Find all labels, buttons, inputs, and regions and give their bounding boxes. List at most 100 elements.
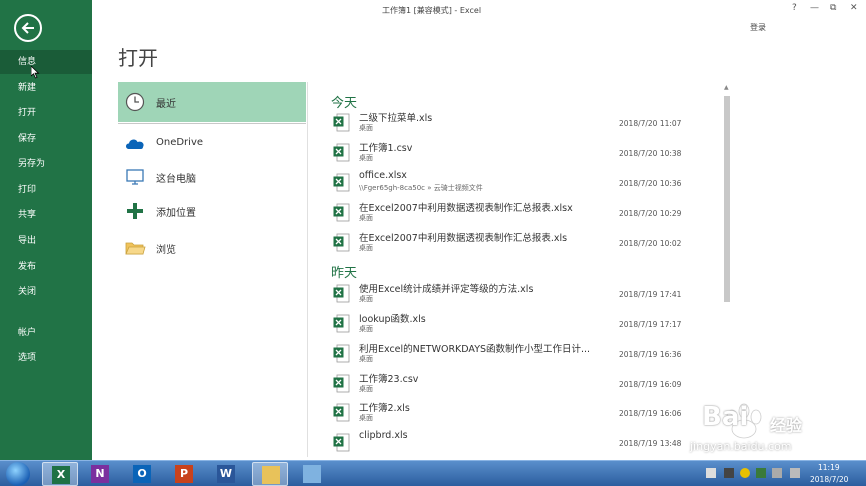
recent-file-item[interactable]: 在Excel2007中利用数据透视表制作汇总报表.xls 桌面 2018/7/2… [331, 230, 717, 258]
cloud-icon [126, 139, 144, 149]
location-label: 这台电脑 [156, 174, 196, 185]
window-title: 工作簿1 [兼容模式] - Excel [382, 6, 482, 15]
file-path: 桌面 [359, 154, 373, 162]
file-date: 2018/7/20 10:36 [619, 179, 682, 188]
nav-item-close[interactable]: 关闭 [0, 280, 92, 304]
location-label: 最近 [156, 99, 176, 110]
start-button[interactable] [6, 462, 30, 486]
watermark-brand-cn: 经验 [770, 416, 803, 435]
file-date: 2018/7/19 17:17 [619, 320, 682, 329]
signin-link[interactable]: 登录 [750, 22, 766, 33]
nav-item-print[interactable]: 打印 [0, 178, 92, 202]
taskbar-app-outlook[interactable]: O [124, 462, 160, 486]
plus-icon [127, 203, 143, 219]
arrow-left-icon [21, 22, 34, 34]
word-icon: W [217, 465, 235, 483]
clock-date[interactable]: 2018/7/20 [810, 475, 848, 484]
tray-app-icon[interactable] [756, 468, 766, 478]
close-button[interactable]: ✕ [850, 3, 858, 13]
file-name: clipbrd.xls [359, 430, 408, 441]
file-name: 使用Excel统计成绩并评定等级的方法.xls [359, 284, 534, 295]
file-date: 2018/7/19 16:09 [619, 380, 682, 389]
excel-icon: X [52, 466, 70, 484]
file-name: office.xlsx [359, 170, 407, 181]
folder-icon [262, 466, 280, 484]
file-date: 2018/7/20 11:07 [619, 119, 682, 128]
tray-flag-icon[interactable] [790, 468, 800, 478]
file-path: 桌面 [359, 355, 373, 363]
excel-file-icon [333, 173, 350, 192]
tray-volume-icon[interactable] [772, 468, 782, 478]
taskbar-app-excel[interactable]: X [42, 462, 78, 486]
tray-app-icon[interactable] [724, 468, 734, 478]
nav-item-publish[interactable]: 发布 [0, 255, 92, 279]
location-label: 添加位置 [156, 208, 196, 219]
scrollbar-thumb[interactable] [724, 96, 730, 302]
recent-file-item[interactable]: 在Excel2007中利用数据透视表制作汇总报表.xlsx 桌面 2018/7/… [331, 200, 717, 228]
location-label: 浏览 [156, 245, 176, 256]
mouse-cursor-icon [31, 66, 40, 79]
file-name: 工作簿1.csv [359, 143, 413, 154]
folder-icon [125, 242, 146, 255]
taskbar-app-onenote[interactable]: N [82, 462, 118, 486]
nav-item-options[interactable]: 选项 [0, 346, 92, 370]
taskbar-app-powerpoint[interactable]: P [166, 462, 202, 486]
file-name: 在Excel2007中利用数据透视表制作汇总报表.xlsx [359, 203, 573, 214]
file-path: 桌面 [359, 124, 373, 132]
minimize-button[interactable]: — [810, 3, 819, 13]
excel-file-icon [333, 403, 350, 422]
file-date: 2018/7/20 10:38 [619, 149, 682, 158]
nav-item-share[interactable]: 共享 [0, 203, 92, 227]
title-bar: 工作簿1 [兼容模式] - Excel ? — ⧉ ✕ [92, 0, 866, 22]
location-recent[interactable]: 最近 [118, 82, 306, 122]
recent-file-item[interactable]: 使用Excel统计成绩并评定等级的方法.xls 桌面 2018/7/19 17:… [331, 281, 717, 309]
excel-file-icon [333, 203, 350, 222]
file-date: 2018/7/19 17:41 [619, 290, 682, 299]
tray-security-icon[interactable] [740, 468, 750, 478]
file-path: 桌面 [359, 385, 373, 393]
taskbar-app-word[interactable]: W [208, 462, 244, 486]
location-browse[interactable]: 浏览 [118, 228, 306, 268]
back-button[interactable] [14, 14, 42, 42]
recent-file-item[interactable]: 利用Excel的NETWORKDAYS函数制作小型工作日计... 桌面 2018… [331, 341, 717, 369]
file-date: 2018/7/20 10:29 [619, 209, 682, 218]
scroll-up-arrow-icon[interactable]: ▲ [724, 84, 729, 91]
nav-item-open[interactable]: 打开 [0, 101, 92, 125]
clock-time[interactable]: 11:19 [818, 463, 840, 472]
nav-item-info[interactable]: 信息 [0, 50, 92, 74]
location-add-place[interactable]: 添加位置 [118, 191, 306, 231]
watermark-brand: Bai [702, 402, 749, 432]
file-name: lookup函数.xls [359, 314, 426, 325]
file-name: 二级下拉菜单.xls [359, 113, 433, 124]
excel-file-icon [333, 344, 350, 363]
excel-file-icon [333, 314, 350, 333]
nav-item-new[interactable]: 新建 [0, 76, 92, 100]
file-name: 在Excel2007中利用数据透视表制作汇总报表.xls [359, 233, 568, 244]
file-path: 桌面 [359, 214, 373, 222]
taskbar-app-window[interactable] [294, 462, 330, 486]
recent-file-item[interactable]: office.xlsx \\Fger65gh-8ca50c » 云骑士视频文件 … [331, 170, 717, 198]
excel-file-icon [333, 433, 350, 452]
taskbar-app-explorer[interactable] [252, 462, 288, 486]
nav-item-export[interactable]: 导出 [0, 229, 92, 253]
outlook-icon: O [133, 465, 151, 483]
recent-file-item[interactable]: lookup函数.xls 桌面 2018/7/19 17:17 [331, 311, 717, 339]
powerpoint-icon: P [175, 465, 193, 483]
computer-icon [126, 169, 144, 185]
file-path: \\Fger65gh-8ca50c » 云骑士视频文件 [359, 184, 483, 192]
taskbar: X N O P W 11:19 2018/7/20 [0, 460, 866, 486]
excel-file-icon [333, 233, 350, 252]
help-button[interactable]: ? [792, 3, 797, 13]
recent-file-item[interactable]: 二级下拉菜单.xls 桌面 2018/7/20 11:07 [331, 110, 717, 138]
nav-item-save[interactable]: 保存 [0, 127, 92, 151]
recent-file-item[interactable]: 工作簿1.csv 桌面 2018/7/20 10:38 [331, 140, 717, 168]
tray-network-icon[interactable] [706, 468, 716, 478]
excel-file-icon [333, 284, 350, 303]
onenote-icon: N [91, 465, 109, 483]
restore-button[interactable]: ⧉ [830, 3, 836, 13]
nav-item-account[interactable]: 帐户 [0, 321, 92, 345]
nav-item-save-as[interactable]: 另存为 [0, 152, 92, 176]
file-name: 工作簿2.xls [359, 403, 410, 414]
file-path: 桌面 [359, 414, 373, 422]
file-name: 利用Excel的NETWORKDAYS函数制作小型工作日计... [359, 344, 591, 355]
